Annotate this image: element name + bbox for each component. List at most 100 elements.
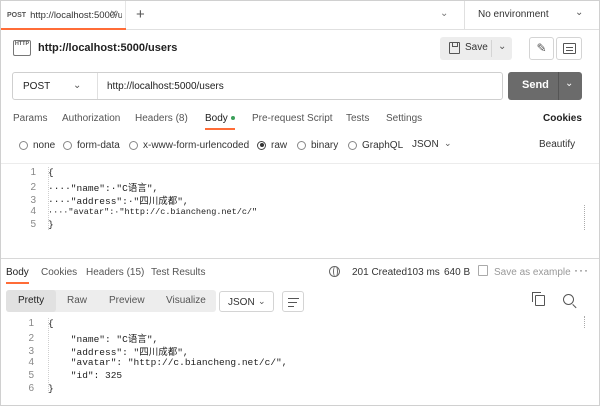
copy-icon[interactable] — [532, 292, 545, 306]
response-format-label: JSON — [228, 297, 255, 308]
save-as-example-button[interactable]: Save as example — [494, 267, 571, 278]
new-tab-plus-icon[interactable]: + — [136, 6, 145, 23]
wrap-icon-line — [288, 306, 294, 308]
editor-line[interactable]: 3 ····"address":·"四川成都", — [16, 193, 189, 208]
search-icon[interactable] — [563, 294, 574, 305]
radio-label: form-data — [77, 139, 120, 151]
view-visualize[interactable]: Visualize — [166, 295, 206, 306]
radio-label: x-www-form-urlencoded — [143, 139, 250, 151]
pencil-icon: ✎ — [536, 41, 547, 55]
radio-graphql[interactable]: GraphQL — [348, 138, 403, 152]
tab-params[interactable]: Params — [13, 113, 47, 124]
env-divider — [464, 0, 465, 30]
chevron-down-icon[interactable]: ⌄ — [575, 7, 583, 18]
view-preview[interactable]: Preview — [109, 295, 145, 306]
url-bar: POST ⌄ http://localhost:5000/users — [12, 72, 503, 100]
code-text: ····"avatar":·"http://c.biancheng.net/c/… — [48, 206, 258, 217]
response-line[interactable]: 2 "name": "C语言", — [14, 331, 158, 346]
save-chevron-down-icon[interactable]: ⌄ — [498, 41, 506, 52]
radio-circle — [129, 140, 138, 150]
line-number: 1 — [30, 167, 36, 178]
code-text: ····"address":·"四川成都", — [48, 196, 189, 207]
response-line[interactable]: 5 "id": 325 — [14, 370, 122, 381]
close-icon[interactable]: ✕ — [110, 9, 118, 20]
view-pretty[interactable]: Pretty — [18, 295, 44, 306]
radio-binary[interactable]: binary — [297, 138, 338, 152]
line-number: 2 — [30, 181, 36, 193]
comments-button[interactable] — [556, 37, 582, 60]
active-tab-indicator — [0, 28, 126, 30]
save-label: Save — [465, 42, 488, 53]
tab-body[interactable]: Body — [205, 113, 235, 124]
radio-raw[interactable]: raw — [257, 138, 287, 152]
http-icon: HTTP — [13, 40, 31, 56]
save-divider — [491, 40, 492, 57]
view-raw[interactable]: Raw — [67, 295, 87, 306]
cookies-link[interactable]: Cookies — [543, 113, 582, 124]
globe-icon[interactable] — [329, 266, 340, 277]
url-input[interactable]: http://localhost:5000/users — [107, 81, 224, 92]
send-button[interactable]: Send ⌄ — [508, 72, 582, 100]
edit-button[interactable]: ✎ — [529, 37, 554, 60]
send-chevron-down-icon[interactable]: ⌄ — [565, 78, 573, 89]
code-text: ····"name":·"C语言", — [48, 183, 159, 194]
method-chevron-down-icon[interactable]: ⌄ — [73, 80, 81, 91]
radio-label: raw — [271, 139, 288, 151]
line-number: 3 — [30, 194, 36, 206]
tab-method: POST — [7, 11, 27, 19]
comment-icon — [563, 43, 576, 54]
request-tab[interactable]: POST http://localhost:5000/u ✕ — [0, 0, 126, 30]
tab-pre-request-script[interactable]: Pre-request Script — [252, 113, 333, 124]
response-size[interactable]: 640 B — [444, 267, 470, 278]
tabs-chevron-down-icon[interactable]: ⌄ — [440, 8, 448, 19]
method-select[interactable]: POST — [23, 81, 50, 92]
radio-label: GraphQL — [362, 139, 404, 151]
code-text: "avatar": "http://c.biancheng.net/c/", — [48, 357, 288, 368]
radio-x-www-form-urlencoded[interactable]: x-www-form-urlencoded — [129, 138, 249, 152]
editor-line[interactable]: 4 ····"avatar":·"http://c.biancheng.net/c… — [16, 206, 257, 217]
response-line[interactable]: 4 "avatar": "http://c.biancheng.net/c/", — [14, 357, 287, 368]
radio-none[interactable]: none — [19, 138, 55, 152]
code-text: "address": "四川成都", — [48, 347, 189, 358]
tab-authorization[interactable]: Authorization — [62, 113, 120, 124]
raw-format-select[interactable]: JSON — [412, 139, 439, 150]
response-format-select[interactable]: JSON ⌄ — [219, 291, 274, 312]
response-tab-body[interactable]: Body — [6, 267, 29, 278]
save-example-icon — [478, 265, 488, 276]
radio-label: none — [33, 139, 56, 151]
save-button[interactable]: Save ⌄ — [440, 37, 512, 60]
response-tab-cookies[interactable]: Cookies — [41, 267, 77, 278]
chevron-down-icon: ⌄ — [258, 296, 266, 306]
more-options-icon[interactable]: ··· — [574, 263, 589, 277]
radio-circle — [348, 140, 357, 150]
radio-form-data[interactable]: form-data — [63, 138, 120, 152]
send-divider — [558, 72, 559, 100]
response-tab-test-results[interactable]: Test Results — [151, 267, 205, 278]
response-line[interactable]: 3 "address": "四川成都", — [14, 344, 189, 359]
editor-line[interactable]: 2 ····"name":·"C语言", — [16, 180, 159, 195]
indent-guide — [48, 167, 49, 230]
response-time[interactable]: 103 ms — [407, 267, 440, 278]
beautify-button[interactable]: Beautify — [539, 139, 575, 150]
line-number: 1 — [28, 318, 34, 329]
response-view-toggle: Pretty Raw Preview Visualize — [6, 290, 216, 312]
environment-select[interactable]: No environment — [478, 9, 549, 20]
request-title: http://localhost:5000/users — [38, 42, 178, 54]
status-badge[interactable]: 201 Created — [352, 267, 407, 278]
chevron-down-icon[interactable]: ⌄ — [444, 138, 452, 149]
response-scrollbar[interactable] — [584, 316, 588, 328]
radio-circle — [19, 140, 28, 150]
indent-guide — [48, 318, 49, 393]
tab-url: http://localhost:5000/u — [30, 9, 123, 21]
editor-scrollbar[interactable] — [584, 205, 588, 230]
line-number: 4 — [28, 357, 34, 368]
pane-divider[interactable] — [0, 258, 600, 259]
wrap-lines-button[interactable] — [282, 291, 304, 312]
tab-settings[interactable]: Settings — [386, 113, 422, 124]
code-text: "id": 325 — [48, 370, 123, 381]
tab-headers[interactable]: Headers (8) — [135, 113, 188, 124]
wrap-icon-line — [288, 298, 299, 300]
save-icon — [449, 42, 460, 54]
response-tab-headers[interactable]: Headers (15) — [86, 267, 144, 278]
tab-tests[interactable]: Tests — [346, 113, 369, 124]
